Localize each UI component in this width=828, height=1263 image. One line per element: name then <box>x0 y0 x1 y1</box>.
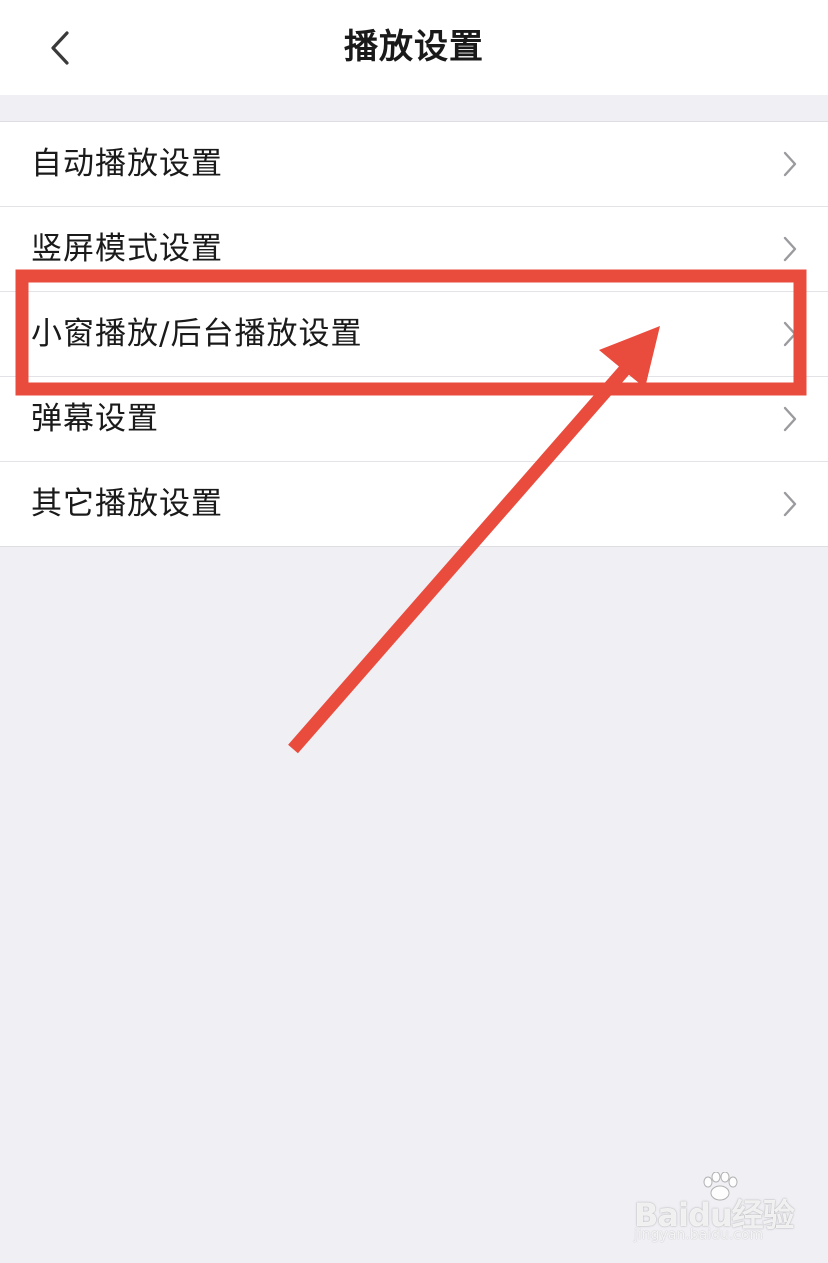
chevron-right-icon <box>783 321 797 347</box>
settings-item-portrait-mode[interactable]: 竖屏模式设置 <box>0 206 828 291</box>
chevron-right-icon <box>783 406 797 432</box>
settings-item-other-play[interactable]: 其它播放设置 <box>0 461 828 546</box>
page-title: 播放设置 <box>344 27 484 67</box>
settings-item-label: 竖屏模式设置 <box>31 231 223 267</box>
chevron-right-icon <box>783 236 797 262</box>
settings-item-mini-window-background-play[interactable]: 小窗播放/后台播放设置 <box>0 291 828 376</box>
settings-item-label: 自动播放设置 <box>31 146 223 182</box>
settings-list: 自动播放设置 竖屏模式设置 小窗播放/后台播放设置 弹幕设置 其它播放设置 <box>0 121 828 547</box>
paw-icon <box>703 1172 738 1201</box>
watermark: Baidu经验 jingyan.baidu.com <box>634 1172 804 1247</box>
chevron-right-icon <box>783 151 797 177</box>
watermark-url: jingyan.baidu.com <box>634 1227 764 1243</box>
chevron-right-icon <box>783 491 797 517</box>
settings-item-label: 小窗播放/后台播放设置 <box>31 316 363 352</box>
watermark-brand: Baidu经验 <box>634 1196 795 1234</box>
settings-item-auto-play[interactable]: 自动播放设置 <box>0 122 828 206</box>
settings-item-label: 弹幕设置 <box>31 401 159 437</box>
settings-item-danmaku[interactable]: 弹幕设置 <box>0 376 828 461</box>
navigation-bar: 播放设置 <box>0 0 828 95</box>
settings-item-label: 其它播放设置 <box>31 486 223 522</box>
